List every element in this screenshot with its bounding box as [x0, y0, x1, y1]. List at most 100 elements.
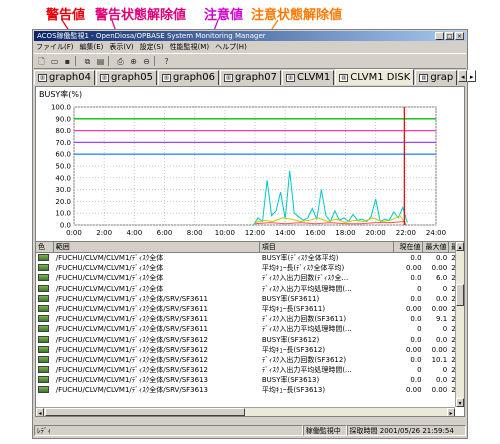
series-color-cell: [36, 294, 54, 304]
table-row[interactable]: /FUCHU/CLVM/CLVM1/ﾃﾞｨｽｸ全体/SRV/SF3611 ﾃﾞｨｽ…: [36, 324, 464, 334]
current-value-cell: 0.00: [405, 386, 422, 395]
scroll-left-button[interactable]: ◂: [36, 408, 44, 416]
col-current-header[interactable]: 現在値: [394, 242, 424, 252]
scroll-thumb[interactable]: [456, 284, 464, 306]
x-tick-label: 14:00: [275, 229, 295, 237]
tab-graph07[interactable]: ▥ graph07: [220, 70, 281, 85]
col-color-header[interactable]: 色: [36, 242, 54, 252]
x-tick-label: 20:00: [366, 229, 386, 237]
max-value-cell: 0.0: [436, 335, 448, 344]
tab-graph06[interactable]: ▥ graph06: [158, 70, 219, 85]
zoom-in-icon[interactable]: ⊕: [128, 56, 139, 67]
current-value-cell: 0.0: [410, 335, 422, 344]
tab-clvm1[interactable]: ▥ CLVM1: [282, 70, 335, 85]
tab-scroll-right-button[interactable]: ▸: [467, 70, 477, 82]
graph-tab-icon: ▥: [100, 74, 109, 82]
series-color-cell: [36, 365, 54, 375]
item-cell: 平均ｷｭｰ長(SF3611): [261, 304, 326, 313]
item-cell: ﾃﾞｨｽｸ入出力回数(ﾃﾞｨｽｸ全...: [261, 274, 349, 283]
menu-edit[interactable]: 編集(E): [80, 42, 104, 52]
table-row[interactable]: /FUCHU/CLVM/CLVM1/ﾃﾞｨｽｸ全体/SRV/SF3612 ﾃﾞｨｽ…: [36, 355, 464, 365]
scroll-right-button[interactable]: ▸: [447, 408, 455, 416]
item-cell: ﾃﾞｨｽｸ入出力回数(SF3611): [261, 315, 347, 324]
table-row[interactable]: /FUCHU/CLVM/CLVM1/ﾃﾞｨｽｸ全体 ﾃﾞｨｽｸ入出力平均処理時間(…: [36, 284, 464, 294]
table-row[interactable]: /FUCHU/CLVM/CLVM1/ﾃﾞｨｽｸ全体 ﾃﾞｨｽｸ入出力回数(ﾃﾞｨｽ…: [36, 273, 464, 283]
range-cell: /FUCHU/CLVM/CLVM1/ﾃﾞｨｽｸ全体: [55, 284, 164, 293]
print-icon[interactable]: ⎙: [115, 56, 126, 67]
copy-icon[interactable]: ⧉: [82, 56, 93, 67]
scroll-up-button[interactable]: ▴: [456, 242, 464, 251]
tab-grap[interactable]: ▥ grap: [415, 70, 458, 85]
maximize-button[interactable]: □: [445, 32, 454, 40]
tab-graph05[interactable]: ▥ graph05: [96, 70, 157, 85]
paste-icon[interactable]: ▤: [95, 56, 106, 67]
series-color-cell: [36, 284, 54, 294]
new-icon[interactable]: 🗋: [36, 56, 47, 67]
save-icon[interactable]: ▪: [62, 56, 73, 67]
range-cell: /FUCHU/CLVM/CLVM1/ﾃﾞｨｽｸ全体/SRV/SF3611: [55, 325, 208, 334]
range-cell: /FUCHU/CLVM/CLVM1/ﾃﾞｨｽｸ全体/SRV/SF3612: [55, 345, 208, 354]
y-tick-label: 60.0: [55, 151, 71, 159]
item-cell: ﾃﾞｨｽｸ入出力回数(SF3612): [261, 355, 347, 364]
horizontal-scrollbar[interactable]: ◂ ▸: [36, 407, 455, 416]
col-range-header[interactable]: 範囲: [54, 242, 260, 252]
menu-bar: ファイル(F) 編集(E) 表示(V) 設定(S) 性能監視(M) ヘルプ(H): [34, 42, 466, 52]
status-bar: ﾚﾃﾞｨ 稼働監視中 採取時間 2001/05/26 21:59:54: [34, 425, 466, 437]
help-icon[interactable]: ?: [161, 56, 172, 67]
minimize-button[interactable]: _: [435, 32, 444, 40]
graph-tab-icon: ▥: [38, 74, 47, 82]
table-row[interactable]: /FUCHU/CLVM/CLVM1/ﾃﾞｨｽｸ全体/SRV/SF3612 ﾃﾞｨｽ…: [36, 365, 464, 375]
range-cell: /FUCHU/CLVM/CLVM1/ﾃﾞｨｽｸ全体: [55, 254, 164, 262]
series-color-cell: [36, 304, 54, 314]
table-row[interactable]: /FUCHU/CLVM/CLVM1/ﾃﾞｨｽｸ全体/SRV/SF3612 BUSY…: [36, 335, 464, 345]
x-tick-label: 12:00: [245, 229, 265, 237]
tab-scroll-left-button[interactable]: ◂: [458, 70, 468, 82]
tab-clvm1-disk[interactable]: ▥ CLVM1 DISK: [335, 69, 415, 85]
toolbar-separator: [75, 56, 80, 66]
series-color-icon: [38, 254, 49, 261]
list-rows: /FUCHU/CLVM/CLVM1/ﾃﾞｨｽｸ全体 BUSY率(ﾃﾞｨｽｸ全体平均…: [36, 253, 464, 396]
current-value-cell: 0.00: [405, 304, 422, 313]
current-value-cell: 0.0: [410, 294, 422, 303]
series-color-icon: [38, 335, 49, 343]
table-row[interactable]: /FUCHU/CLVM/CLVM1/ﾃﾞｨｽｸ全体 BUSY率(ﾃﾞｨｽｸ全体平均…: [36, 253, 464, 263]
col-max-header[interactable]: 最大値: [423, 242, 450, 252]
table-row[interactable]: /FUCHU/CLVM/CLVM1/ﾃﾞｨｽｸ全体 平均ｷｭｰ長(ﾃﾞｨｽｸ全体平…: [36, 263, 464, 273]
scroll-down-button[interactable]: ▾: [456, 398, 464, 407]
menu-settings[interactable]: 設定(S): [140, 42, 164, 52]
tab-bar: ▥ graph04 ▥ graph05 ▥ graph06 ▥ graph07 ▥ CLV…: [34, 69, 477, 85]
item-cell: ﾃﾞｨｽｸ入出力平均処理時間(...: [261, 366, 352, 375]
hscroll-thumb[interactable]: [45, 408, 245, 416]
y-tick-label: 10.0: [55, 210, 71, 218]
open-icon[interactable]: ▭: [49, 56, 60, 67]
series-color-cell: [36, 324, 54, 334]
menu-view[interactable]: 表示(V): [109, 42, 133, 52]
table-row[interactable]: /FUCHU/CLVM/CLVM1/ﾃﾞｨｽｸ全体/SRV/SF3612 平均ｷｭ…: [36, 345, 464, 355]
y-tick-label: 90.0: [55, 115, 71, 123]
close-button[interactable]: ×: [455, 32, 464, 40]
col-item-header[interactable]: 項目: [260, 242, 394, 252]
menu-monitor[interactable]: 性能監視(M): [170, 42, 210, 52]
tab-graph04[interactable]: ▥ graph04: [34, 70, 95, 85]
item-cell: 平均ｷｭｰ長(SF3613): [261, 386, 326, 395]
table-row[interactable]: /FUCHU/CLVM/CLVM1/ﾃﾞｨｽｸ全体/SRV/SF3611 ﾃﾞｨｽ…: [36, 314, 464, 324]
current-value-cell: 0: [417, 325, 422, 334]
table-row[interactable]: /FUCHU/CLVM/CLVM1/ﾃﾞｨｽｸ全体/SRV/SF3613 平均ｷｭ…: [36, 385, 464, 395]
menu-file[interactable]: ファイル(F): [36, 42, 74, 52]
item-cell: 平均ｷｭｰ長(SF3612): [261, 345, 326, 354]
title-bar[interactable]: ACOS稼働監視1 - OpenDiosa/OPBASE System Moni…: [34, 31, 466, 41]
table-row[interactable]: /FUCHU/CLVM/CLVM1/ﾃﾞｨｽｸ全体/SRV/SF3611 平均ｷｭ…: [36, 304, 464, 314]
zoom-out-icon[interactable]: ⊖: [141, 56, 152, 67]
vertical-scrollbar[interactable]: ▴ ▾: [455, 242, 464, 407]
series-color-icon: [38, 325, 49, 333]
table-row[interactable]: /FUCHU/CLVM/CLVM1/ﾃﾞｨｽｸ全体/SRV/SF3611 BUSY…: [36, 294, 464, 304]
menu-help[interactable]: ヘルプ(H): [215, 42, 247, 52]
max-value-cell: 0: [442, 325, 448, 334]
tab-label: graph07: [235, 72, 277, 83]
table-row[interactable]: /FUCHU/CLVM/CLVM1/ﾃﾞｨｽｸ全体/SRV/SF3613 BUSY…: [36, 375, 464, 385]
series-color-icon: [38, 264, 49, 272]
range-cell: /FUCHU/CLVM/CLVM1/ﾃﾞｨｽｸ全体/SRV/SF3611: [55, 304, 208, 313]
current-value-cell: 0.0: [410, 274, 422, 283]
max-value-cell: 0.00: [431, 304, 448, 313]
tab-label: graph04: [49, 72, 91, 83]
